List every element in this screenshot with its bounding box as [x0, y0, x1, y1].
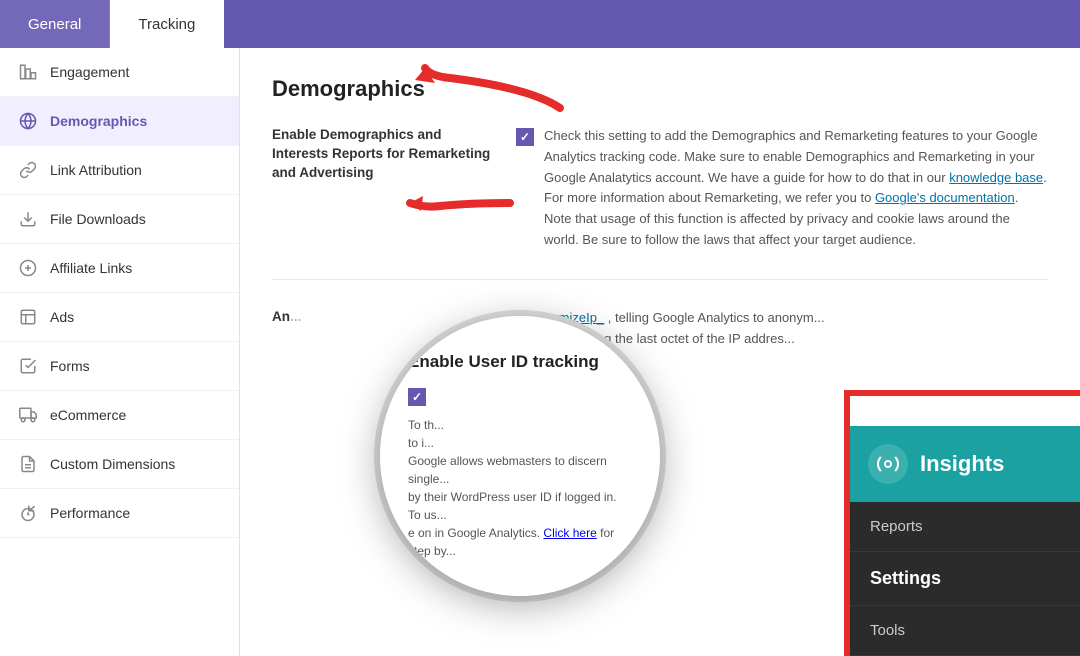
insights-title: Insights: [920, 451, 1004, 477]
sidebar-item-demographics-label: Demographics: [50, 113, 147, 129]
custom-dimensions-icon: [18, 454, 38, 474]
red-border-top: [844, 390, 1080, 396]
top-tab-bar: General Tracking: [0, 0, 1080, 48]
sidebar-item-forms-label: Forms: [50, 358, 90, 374]
sidebar-item-custom-dimensions[interactable]: Custom Dimensions: [0, 440, 239, 489]
sidebar-item-ads-label: Ads: [50, 309, 74, 325]
anonymize-row: An... _anonymizeIp_ , telling Google Ana…: [272, 308, 1048, 350]
knowledge-base-link[interactable]: knowledge base: [949, 170, 1043, 185]
demographics-setting-label: Enable Demographics and Interests Report…: [272, 126, 492, 183]
sidebar-item-file-downloads[interactable]: File Downloads: [0, 195, 239, 244]
ads-icon: [18, 307, 38, 327]
demographics-checkbox-wrap: Check this setting to add the Demographi…: [516, 126, 1048, 251]
sidebar-item-ads[interactable]: Ads: [0, 293, 239, 342]
sidebar-item-engagement-label: Engagement: [50, 64, 129, 80]
tab-tracking-label: Tracking: [138, 16, 195, 33]
insights-settings-label: Settings: [870, 568, 941, 588]
sidebar-item-file-downloads-label: File Downloads: [50, 211, 146, 227]
file-downloads-icon: [18, 209, 38, 229]
ecommerce-icon: [18, 405, 38, 425]
main-layout: Engagement Demographics Link Attribution…: [0, 48, 1080, 656]
sidebar-item-demographics[interactable]: Demographics: [0, 97, 239, 146]
insights-reports-label: Reports: [870, 518, 923, 535]
performance-icon: [18, 503, 38, 523]
magnify-label: Enable User ID tracking: [408, 352, 632, 372]
insights-header: Insights: [850, 426, 1080, 502]
insights-icon: [868, 444, 908, 484]
tab-general-label: General: [28, 16, 81, 33]
click-here-link[interactable]: Click here: [543, 526, 596, 540]
sidebar-item-custom-dimensions-label: Custom Dimensions: [50, 456, 175, 472]
link-attribution-icon: [18, 160, 38, 180]
insights-tools-label: Tools: [870, 622, 905, 639]
insights-menu-settings[interactable]: Settings: [850, 552, 1080, 606]
sidebar-item-forms[interactable]: Forms: [0, 342, 239, 391]
sidebar-item-link-attribution-label: Link Attribution: [50, 162, 142, 178]
anonymize-label: An...: [272, 308, 492, 327]
tab-tracking[interactable]: Tracking: [110, 0, 224, 48]
demographics-icon: [18, 111, 38, 131]
insights-menu-reports[interactable]: Reports: [850, 502, 1080, 552]
forms-icon: [18, 356, 38, 376]
sidebar-item-ecommerce[interactable]: eCommerce: [0, 391, 239, 440]
magnify-checkbox[interactable]: [408, 388, 426, 406]
magnify-inner: Enable User ID tracking To th...to i... …: [380, 328, 660, 584]
tab-general[interactable]: General: [0, 0, 110, 48]
sidebar-item-affiliate-links-label: Affiliate Links: [50, 260, 132, 276]
demographics-checkbox[interactable]: [516, 128, 534, 146]
demographics-description: Check this setting to add the Demographi…: [544, 126, 1048, 251]
demographics-setting-row: Enable Demographics and Interests Report…: [272, 126, 1048, 280]
demographics-setting-content: Check this setting to add the Demographi…: [516, 126, 1048, 251]
affiliate-links-icon: [18, 258, 38, 278]
sidebar-item-affiliate-links[interactable]: Affiliate Links: [0, 244, 239, 293]
insights-panel: Insights Reports Settings Tools: [850, 426, 1080, 656]
magnify-text: To th...to i... Google allows webmasters…: [408, 416, 632, 560]
sidebar: Engagement Demographics Link Attribution…: [0, 48, 240, 656]
content-area: Demographics Enable Demographics and Int…: [240, 48, 1080, 656]
magnify-checkbox-row: [408, 386, 632, 406]
sidebar-item-link-attribution[interactable]: Link Attribution: [0, 146, 239, 195]
sidebar-item-performance-label: Performance: [50, 505, 130, 521]
sidebar-item-engagement[interactable]: Engagement: [0, 48, 239, 97]
sidebar-item-ecommerce-label: eCommerce: [50, 407, 126, 423]
engagement-icon: [18, 62, 38, 82]
page-title: Demographics: [272, 76, 1048, 102]
google-docs-link[interactable]: Google's documentation: [875, 190, 1015, 205]
sidebar-item-performance[interactable]: Performance: [0, 489, 239, 538]
magnify-overlay: Enable User ID tracking To th...to i... …: [380, 316, 660, 596]
insights-menu-tools[interactable]: Tools: [850, 606, 1080, 656]
